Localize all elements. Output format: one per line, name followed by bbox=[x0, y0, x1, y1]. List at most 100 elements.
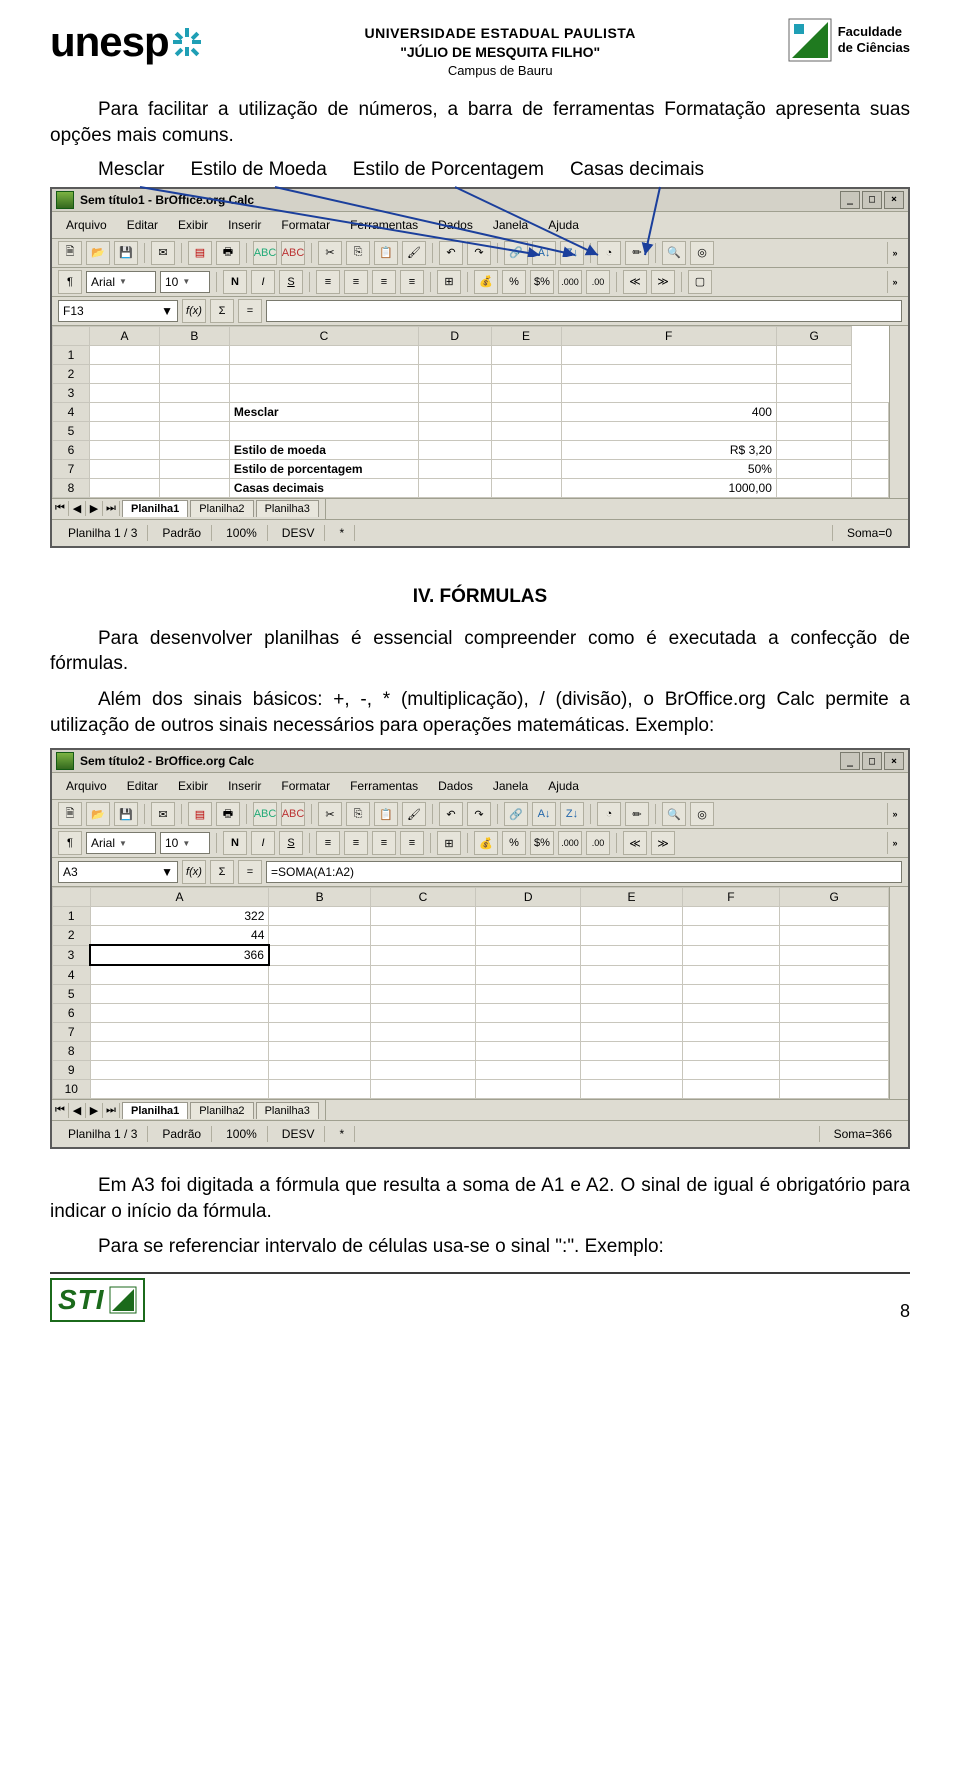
percent-icon[interactable]: % bbox=[502, 270, 526, 294]
sort-desc-icon[interactable]: Z↓ bbox=[560, 802, 584, 826]
row-header[interactable]: 3 bbox=[53, 383, 90, 402]
styles-icon[interactable]: ¶ bbox=[58, 831, 82, 855]
remove-decimal-icon[interactable]: .00 bbox=[586, 270, 610, 294]
formula-input[interactable] bbox=[266, 300, 902, 322]
align-center-icon[interactable]: ≡ bbox=[344, 831, 368, 855]
function-wizard-icon[interactable]: f(x) bbox=[182, 299, 206, 323]
menu-exibir[interactable]: Exibir bbox=[170, 216, 216, 234]
paste-icon[interactable]: 📋 bbox=[374, 241, 398, 265]
bold-icon[interactable]: N bbox=[223, 831, 247, 855]
font-combo[interactable]: Arial▼ bbox=[86, 271, 156, 293]
navigator-icon[interactable]: ◎ bbox=[690, 241, 714, 265]
menu-editar[interactable]: Editar bbox=[119, 777, 166, 795]
fontsize-combo[interactable]: 10▼ bbox=[160, 832, 210, 854]
cut-icon[interactable]: ✂ bbox=[318, 802, 342, 826]
currency-icon[interactable]: 💰 bbox=[474, 831, 498, 855]
menu-formatar[interactable]: Formatar bbox=[273, 777, 338, 795]
row-header[interactable]: 1 bbox=[53, 907, 91, 926]
align-justify-icon[interactable]: ≡ bbox=[400, 270, 424, 294]
row-header[interactable]: 1 bbox=[53, 345, 90, 364]
col-header[interactable]: B bbox=[269, 888, 370, 907]
row-header[interactable]: 7 bbox=[53, 459, 90, 478]
draw-icon[interactable]: ✏ bbox=[625, 241, 649, 265]
ss2-menubar[interactable]: Arquivo Editar Exibir Inserir Formatar F… bbox=[52, 773, 908, 800]
hyperlink-icon[interactable]: 🔗 bbox=[504, 241, 528, 265]
row-header[interactable]: 5 bbox=[53, 421, 90, 440]
function-wizard-icon[interactable]: f(x) bbox=[182, 860, 206, 884]
find-icon[interactable]: 🔍 bbox=[662, 802, 686, 826]
menu-arquivo[interactable]: Arquivo bbox=[58, 216, 115, 234]
cell[interactable]: Estilo de moeda bbox=[229, 440, 418, 459]
ss1-grid[interactable]: A B C D E F G 1 2 3 4Mesclar400 5 6Estil… bbox=[52, 326, 889, 498]
row-header[interactable]: 2 bbox=[53, 364, 90, 383]
tab-nav-first-icon[interactable]: ⏮ bbox=[52, 501, 69, 516]
corner-box[interactable] bbox=[53, 888, 91, 907]
col-header[interactable]: E bbox=[581, 888, 682, 907]
col-header[interactable]: E bbox=[491, 326, 561, 345]
menu-inserir[interactable]: Inserir bbox=[220, 216, 269, 234]
menu-janela[interactable]: Janela bbox=[485, 777, 536, 795]
mail-icon[interactable]: ✉ bbox=[151, 241, 175, 265]
menu-inserir[interactable]: Inserir bbox=[220, 777, 269, 795]
tab-nav-prev-icon[interactable]: ◀ bbox=[69, 501, 86, 516]
menu-ferramentas[interactable]: Ferramentas bbox=[342, 777, 426, 795]
col-header[interactable]: B bbox=[159, 326, 229, 345]
cell[interactable]: 322 bbox=[90, 907, 269, 926]
sheet-tab[interactable]: Planilha3 bbox=[256, 1102, 319, 1119]
minimize-icon[interactable]: _ bbox=[840, 191, 860, 209]
menu-editar[interactable]: Editar bbox=[119, 216, 166, 234]
col-header[interactable]: D bbox=[476, 888, 581, 907]
navigator-icon[interactable]: ◎ bbox=[690, 802, 714, 826]
styles-icon[interactable]: ¶ bbox=[58, 270, 82, 294]
find-icon[interactable]: 🔍 bbox=[662, 241, 686, 265]
cell[interactable]: 1000,00 bbox=[561, 478, 776, 497]
formula-input[interactable]: =SOMA(A1:A2) bbox=[266, 861, 902, 883]
menu-janela[interactable]: Janela bbox=[485, 216, 536, 234]
currency-icon[interactable]: 💰 bbox=[474, 270, 498, 294]
row-header[interactable]: 5 bbox=[53, 985, 91, 1004]
format-paintbrush-icon[interactable]: 🖌 bbox=[402, 241, 426, 265]
tab-nav-next-icon[interactable]: ▶ bbox=[86, 501, 103, 516]
sheet-tab[interactable]: Planilha2 bbox=[190, 1102, 253, 1119]
cell[interactable]: R$ 3,20 bbox=[561, 440, 776, 459]
indent-inc-icon[interactable]: ≫ bbox=[651, 270, 675, 294]
new-doc-icon[interactable]: 🗎 bbox=[58, 802, 82, 826]
close-icon[interactable]: × bbox=[884, 191, 904, 209]
add-decimal-icon[interactable]: .000 bbox=[558, 831, 582, 855]
menu-arquivo[interactable]: Arquivo bbox=[58, 777, 115, 795]
col-header[interactable]: G bbox=[776, 326, 851, 345]
remove-decimal-icon[interactable]: .00 bbox=[586, 831, 610, 855]
sort-asc-icon[interactable]: A↓ bbox=[532, 241, 556, 265]
ss1-sheet-tabs[interactable]: ⏮ ◀ ▶ ⏭ Planilha1 Planilha2 Planilha3 bbox=[52, 498, 908, 520]
cut-icon[interactable]: ✂ bbox=[318, 241, 342, 265]
sheet-tab[interactable]: Planilha1 bbox=[122, 1102, 188, 1119]
col-header[interactable]: C bbox=[370, 888, 475, 907]
name-box[interactable]: F13▼ bbox=[58, 300, 178, 322]
row-header[interactable]: 6 bbox=[53, 1004, 91, 1023]
cell[interactable]: Mesclar bbox=[229, 402, 418, 421]
minimize-icon[interactable]: _ bbox=[840, 752, 860, 770]
hyperlink-icon[interactable]: 🔗 bbox=[504, 802, 528, 826]
selected-cell[interactable]: 366 bbox=[90, 945, 269, 965]
tab-nav-last-icon[interactable]: ⏭ bbox=[103, 501, 120, 516]
indent-dec-icon[interactable]: ≪ bbox=[623, 831, 647, 855]
add-decimal-icon[interactable]: .000 bbox=[558, 270, 582, 294]
italic-icon[interactable]: I bbox=[251, 270, 275, 294]
tab-nav-prev-icon[interactable]: ◀ bbox=[69, 1103, 86, 1118]
align-center-icon[interactable]: ≡ bbox=[344, 270, 368, 294]
indent-inc-icon[interactable]: ≫ bbox=[651, 831, 675, 855]
underline-icon[interactable]: S bbox=[279, 831, 303, 855]
row-header[interactable]: 3 bbox=[53, 945, 91, 965]
row-header[interactable]: 4 bbox=[53, 402, 90, 421]
horizontal-scrollbar[interactable] bbox=[325, 1100, 908, 1120]
menu-ferramentas[interactable]: Ferramentas bbox=[342, 216, 426, 234]
format-paintbrush-icon[interactable]: 🖌 bbox=[402, 802, 426, 826]
draw-icon[interactable]: ✏ bbox=[625, 802, 649, 826]
default-num-icon[interactable]: $% bbox=[530, 270, 554, 294]
autospell-icon[interactable]: ABC bbox=[281, 802, 305, 826]
menu-dados[interactable]: Dados bbox=[430, 777, 481, 795]
toolbar-overflow-icon[interactable]: » bbox=[887, 803, 902, 825]
format-overflow-icon[interactable]: » bbox=[887, 832, 902, 854]
row-header[interactable]: 8 bbox=[53, 478, 90, 497]
merge-cells-icon[interactable]: ⊞ bbox=[437, 270, 461, 294]
